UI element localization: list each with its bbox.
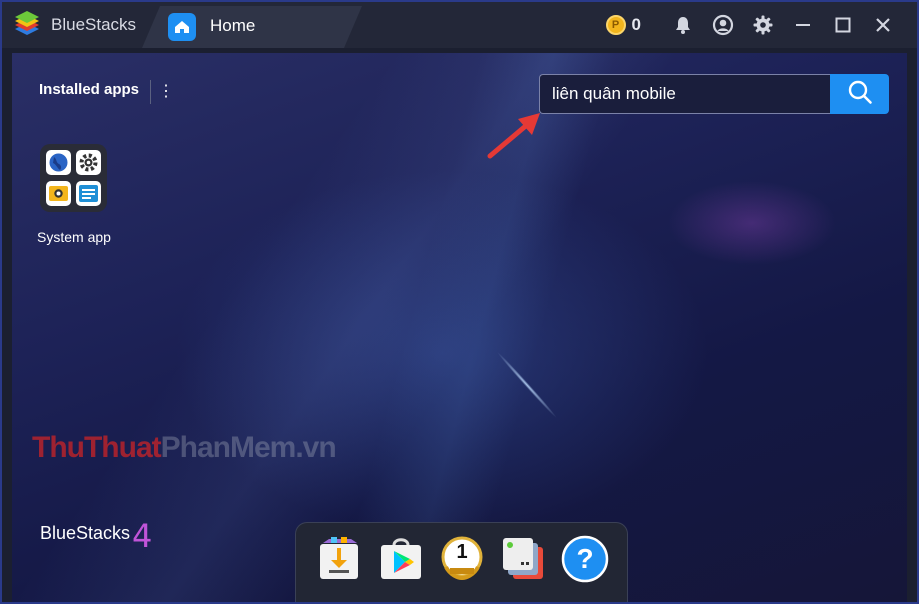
tab-home[interactable]: Home <box>142 6 362 48</box>
minimize-icon[interactable] <box>783 10 823 40</box>
gear-icon[interactable] <box>743 10 783 40</box>
title-bar-controls: P 0 <box>605 10 903 40</box>
watermark-part: .vn <box>295 431 336 464</box>
watermark-part: ThuThuat <box>32 431 162 464</box>
search-button[interactable] <box>830 74 889 114</box>
close-icon[interactable] <box>863 10 903 40</box>
coin-count: 0 <box>631 15 641 34</box>
watermark-part: PhanMem <box>160 431 297 464</box>
leaderboard-rank: 1 <box>456 541 468 563</box>
coins-display[interactable]: P 0 <box>605 15 641 35</box>
search-input[interactable] <box>539 74 831 114</box>
annotation-arrow <box>482 103 552 168</box>
play-store-icon[interactable] <box>377 535 425 583</box>
home-screen: Installed apps ⋮ liên quân mobile System… <box>12 53 907 602</box>
title-bar: BlueStacks Home P 0 <box>2 2 917 48</box>
watermark: ThuThuatPhanMem.vn <box>32 431 337 465</box>
app-brand: BlueStacks <box>12 10 136 40</box>
installed-apps-menu-icon[interactable]: ⋮ <box>158 80 174 104</box>
app-name: BlueStacks <box>51 15 137 34</box>
multi-instance-icon[interactable] <box>499 535 547 583</box>
brand-version: 4 <box>132 517 153 555</box>
coin-icon: P <box>605 15 626 35</box>
installed-apps-heading: Installed apps <box>39 81 140 98</box>
leaderboard-icon[interactable]: 1 <box>438 535 486 583</box>
bluestacks-version-brand: BlueStacks 4 <box>40 517 152 555</box>
heading-divider <box>150 80 151 104</box>
help-glyph: ? <box>576 543 594 574</box>
download-app-icon[interactable] <box>315 535 363 583</box>
brand-name: BlueStacks <box>40 523 131 543</box>
maximize-icon[interactable] <box>823 10 863 40</box>
tab-home-label: Home <box>210 16 256 35</box>
search-icon <box>847 79 873 110</box>
bluestacks-logo-icon <box>12 11 42 39</box>
help-icon[interactable]: ? <box>561 535 609 583</box>
account-icon[interactable] <box>703 10 743 40</box>
system-app-icon <box>40 144 107 212</box>
bluestacks-window: BlueStacks Home P 0 Installed apps ⋮ liê… <box>0 0 919 604</box>
home-icon <box>168 13 196 41</box>
app-dock: 1 ? <box>295 522 628 602</box>
bell-icon[interactable] <box>663 10 703 40</box>
app-label: System app <box>37 229 111 245</box>
